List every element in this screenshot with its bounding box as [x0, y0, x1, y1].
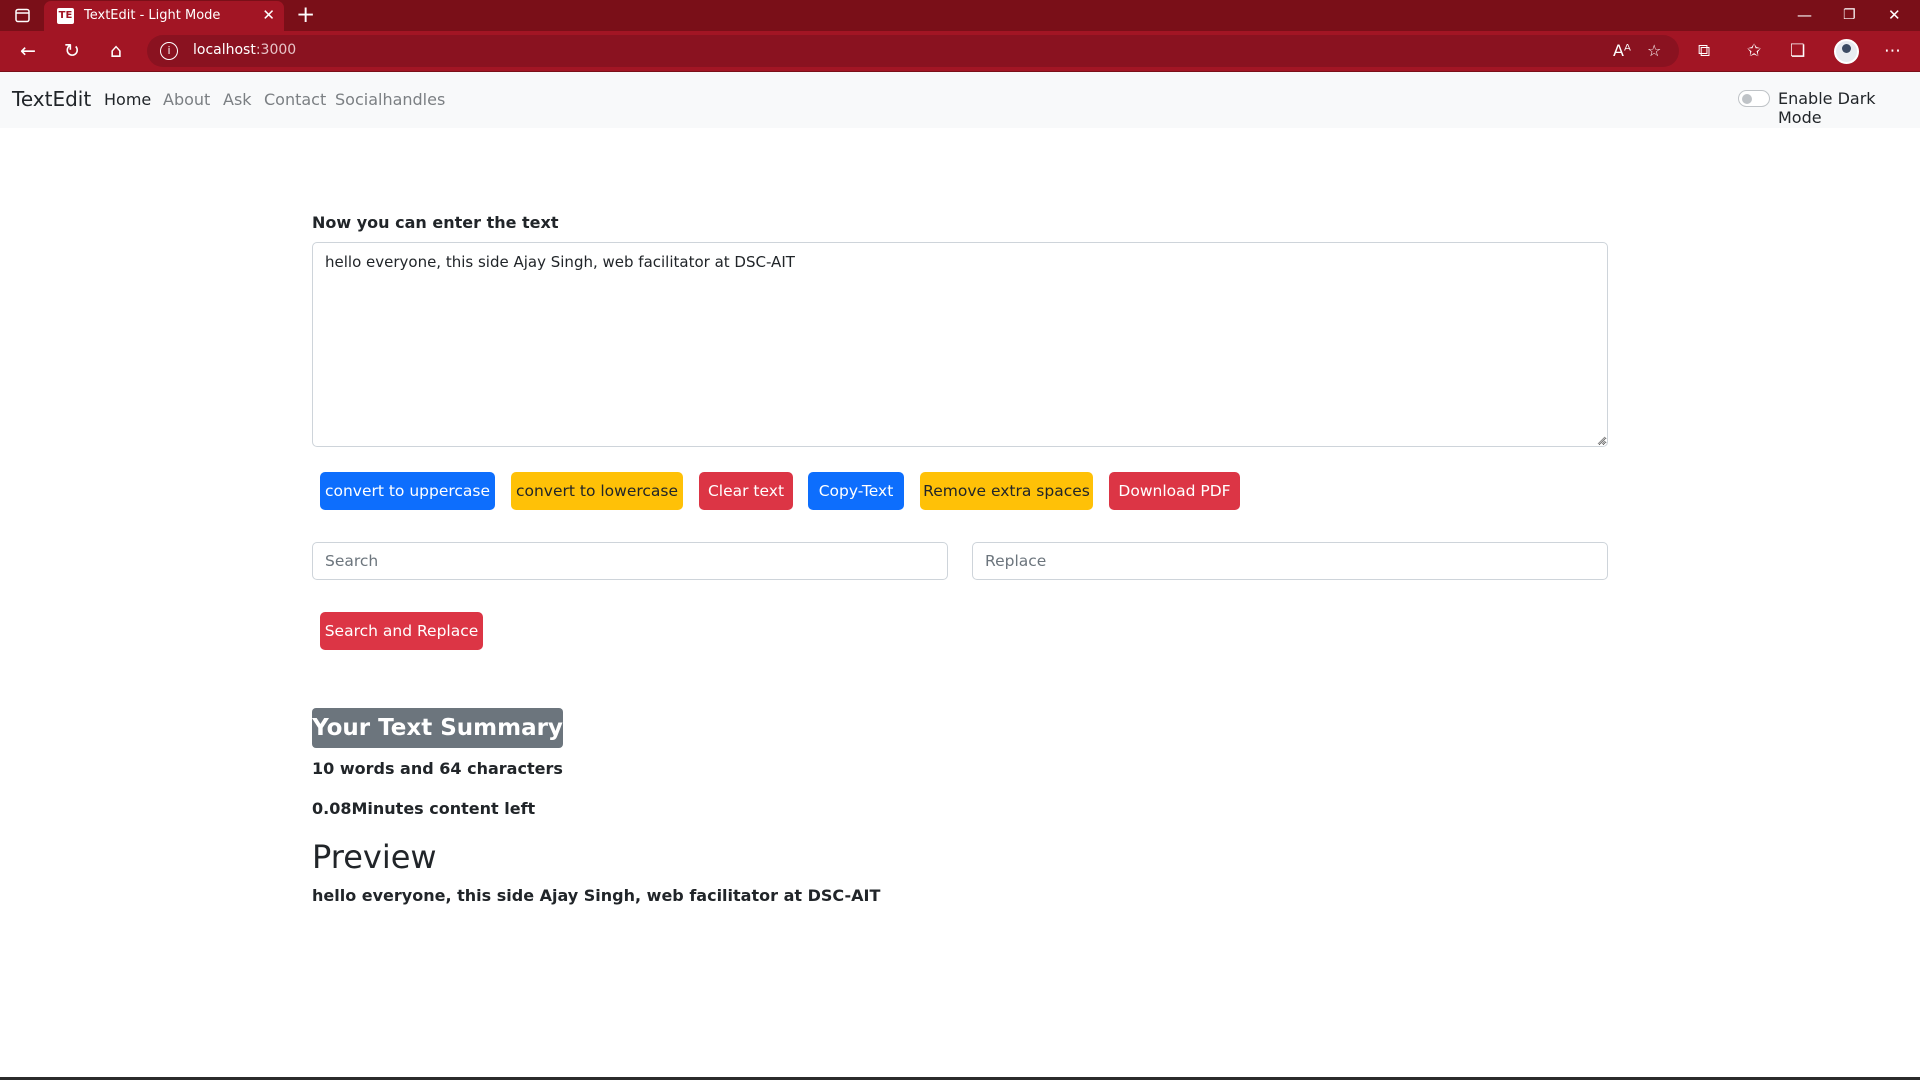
close-icon[interactable]: ✕ [262, 7, 275, 24]
lowercase-button[interactable]: convert to lowercase [511, 472, 683, 510]
text-input-area[interactable]: hello everyone, this side Ajay Singh, we… [312, 242, 1608, 447]
close-window-icon[interactable]: ✕ [1888, 4, 1901, 26]
extensions-icon[interactable]: ⧉ [1698, 40, 1710, 62]
preview-heading: Preview [312, 838, 437, 876]
nav-link-home[interactable]: Home [104, 90, 151, 109]
summary-heading: Your Text Summary [312, 708, 563, 748]
nav-link-contact[interactable]: Contact [264, 90, 326, 109]
tab-favicon: TE [57, 8, 74, 24]
remove-extra-spaces-button[interactable]: Remove extra spaces [920, 472, 1093, 510]
search-input[interactable] [312, 542, 948, 580]
refresh-icon[interactable]: ↻ [61, 40, 83, 62]
app-navbar: TextEdit Home About Ask Contact Socialha… [0, 72, 1920, 128]
uppercase-button[interactable]: convert to uppercase [320, 472, 495, 510]
back-arrow-icon[interactable]: ← [17, 40, 39, 62]
nav-link-ask[interactable]: Ask [223, 90, 252, 109]
brand-logo[interactable]: TextEdit [12, 87, 91, 111]
search-and-replace-button[interactable]: Search and Replace [320, 612, 483, 650]
plus-icon[interactable]: + [296, 3, 315, 28]
read-aloud-icon[interactable]: Aᴬ [1613, 41, 1631, 61]
favorite-add-icon[interactable]: ☆ [1647, 41, 1661, 61]
favorites-icon[interactable]: ✩ [1747, 40, 1761, 62]
download-pdf-button[interactable]: Download PDF [1109, 472, 1240, 510]
nav-link-about[interactable]: About [163, 90, 210, 109]
avatar[interactable] [1834, 39, 1859, 64]
collections-icon[interactable]: ❏ [1790, 40, 1805, 62]
minimize-icon[interactable]: — [1797, 4, 1812, 26]
copy-text-button[interactable]: Copy-Text [808, 472, 904, 510]
restore-icon[interactable]: ❐ [1843, 4, 1856, 26]
home-icon[interactable]: ⌂ [105, 40, 127, 62]
dark-mode-toggle[interactable] [1738, 90, 1770, 107]
info-icon[interactable]: i [160, 42, 178, 60]
toggle-knob [1742, 93, 1752, 104]
sidebar-toggle-icon[interactable] [14, 7, 31, 24]
resize-grip-icon[interactable] [1597, 436, 1606, 445]
url-text: localhost:3000 [193, 42, 297, 58]
browser-tab-bar: TE TextEdit - Light Mode ✕ + — ❐ ✕ [0, 0, 1920, 31]
editor-heading: Now you can enter the text [312, 213, 559, 232]
nav-link-socialhandles[interactable]: Socialhandles [335, 90, 445, 109]
reading-time: 0.08Minutes content left [312, 799, 536, 818]
tab-title: TextEdit - Light Mode [84, 8, 221, 23]
word-char-count: 10 words and 64 characters [312, 759, 563, 778]
replace-input[interactable] [972, 542, 1608, 580]
dark-mode-label[interactable]: Enable Dark Mode [1778, 89, 1920, 127]
clear-text-button[interactable]: Clear text [699, 472, 793, 510]
url-field[interactable]: i localhost:3000 Aᴬ ☆ [147, 35, 1679, 67]
preview-text: hello everyone, this side Ajay Singh, we… [312, 886, 881, 905]
browser-address-bar: ← ↻ ⌂ i localhost:3000 Aᴬ ☆ ⧉ ✩ ❏ ⋯ [0, 31, 1920, 71]
more-icon[interactable]: ⋯ [1884, 40, 1901, 62]
browser-tab-active[interactable]: TE TextEdit - Light Mode ✕ [44, 1, 284, 31]
